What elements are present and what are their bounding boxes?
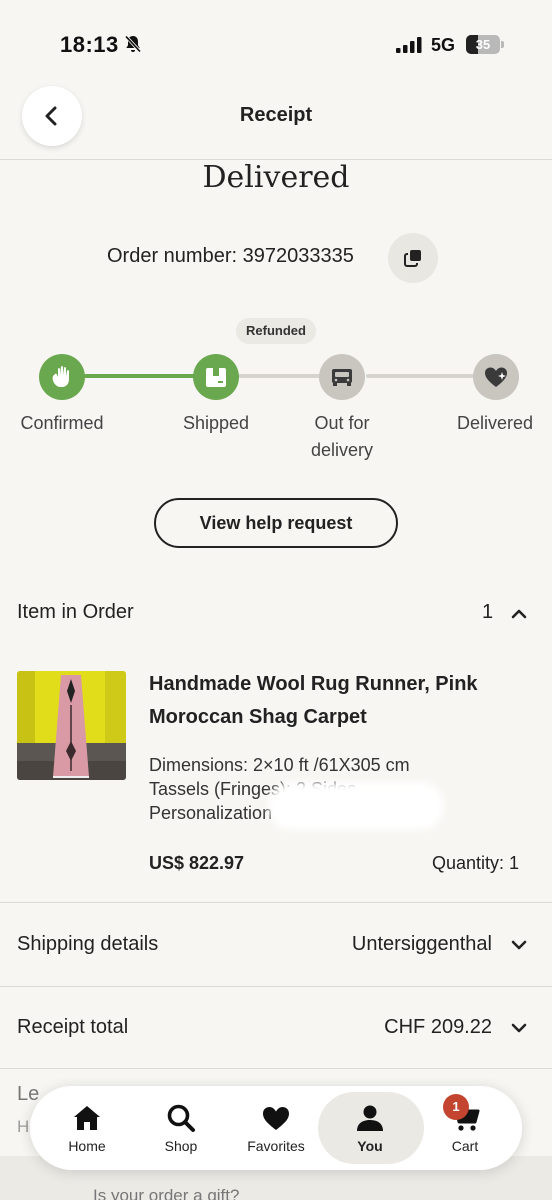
divider xyxy=(0,1068,552,1069)
gift-banner-text: Is your order a gift? xyxy=(93,1186,240,1200)
step-shipped xyxy=(193,354,239,400)
nav-item-home[interactable]: Home xyxy=(40,1086,134,1170)
bell-off-icon xyxy=(124,35,142,53)
product-dimensions: Dimensions: 2×10 ft /61X305 cm xyxy=(149,755,410,775)
nav-label-cart: Cart xyxy=(451,1138,479,1154)
nav-label-home: Home xyxy=(68,1138,106,1154)
search-icon xyxy=(167,1104,195,1132)
nav-item-shop[interactable]: Shop xyxy=(134,1086,228,1170)
step-label-shipped: Shipped xyxy=(182,413,250,433)
product-price: US$ 822.97 xyxy=(149,853,245,873)
nav-item-you[interactable]: You xyxy=(323,1086,417,1170)
home-icon xyxy=(74,1106,100,1130)
copy-icon xyxy=(404,250,421,267)
order-number-row: Order number: 3972033335 xyxy=(0,232,552,284)
battery-icon: 35 xyxy=(466,35,504,54)
chevron-up-icon[interactable] xyxy=(510,605,528,623)
chevron-down-icon[interactable] xyxy=(510,1019,528,1037)
step-label-out-for-delivery: Out for delivery xyxy=(310,413,374,460)
nav-label-favorites: Favorites xyxy=(247,1138,305,1154)
signal-icon xyxy=(396,37,422,53)
items-section-label: Item in Order xyxy=(17,601,134,623)
receipt-total-value: CHF 209.22 xyxy=(384,1016,492,1038)
shipping-details-value: Untersiggenthal xyxy=(351,933,492,955)
step-delivered xyxy=(473,354,519,400)
page-title: Receipt xyxy=(239,104,313,126)
receipt-total-label: Receipt total xyxy=(17,1016,129,1038)
chevron-down-icon[interactable] xyxy=(510,936,528,954)
order-status-heading: Delivered xyxy=(202,160,350,195)
status-time: 18:13 xyxy=(60,32,119,57)
redaction-overlay xyxy=(268,782,444,830)
copy-order-number-button[interactable] xyxy=(388,233,438,283)
package-icon xyxy=(206,368,226,387)
step-label-confirmed: Confirmed xyxy=(20,413,104,433)
nav-label-shop: Shop xyxy=(164,1138,198,1154)
shipping-details-label: Shipping details xyxy=(17,933,159,955)
product-image[interactable] xyxy=(17,671,126,780)
product-quantity: Quantity: 1 xyxy=(431,853,519,873)
partial-row-text: Le xyxy=(17,1083,40,1105)
step-label-delivered: Delivered xyxy=(456,413,534,433)
product-title[interactable]: Handmade Wool Rug Runner, Pink Moroccan … xyxy=(149,668,509,734)
product-photo xyxy=(17,671,126,780)
heart-icon xyxy=(263,1107,289,1130)
hand-wave-icon xyxy=(52,366,69,387)
status-bar: 18:13 5G 35 xyxy=(0,0,552,80)
items-count: 1 xyxy=(482,601,494,623)
person-icon xyxy=(357,1105,383,1131)
track-segment-pending xyxy=(238,374,322,378)
divider xyxy=(0,986,552,987)
truck-icon xyxy=(332,369,352,386)
battery-level: 35 xyxy=(475,37,491,52)
view-help-request-button[interactable]: View help request xyxy=(154,498,398,548)
step-out-for-delivery xyxy=(319,354,365,400)
divider xyxy=(0,902,552,903)
product-personalization: Personalization xyxy=(149,803,273,823)
cart-count-badge: 1 xyxy=(443,1094,469,1120)
heart-sparkle-icon xyxy=(485,367,507,387)
refunded-badge: Refunded xyxy=(236,318,316,344)
step-confirmed xyxy=(39,354,85,400)
network-label: 5G xyxy=(431,35,456,55)
track-segment-pending xyxy=(366,374,474,378)
nav-item-favorites[interactable]: Favorites xyxy=(229,1086,323,1170)
nav-label-you: You xyxy=(357,1138,383,1154)
track-segment-done xyxy=(84,374,196,378)
partial-row-subtext: H xyxy=(17,1117,30,1136)
order-number: Order number: 3972033335 xyxy=(107,245,354,267)
